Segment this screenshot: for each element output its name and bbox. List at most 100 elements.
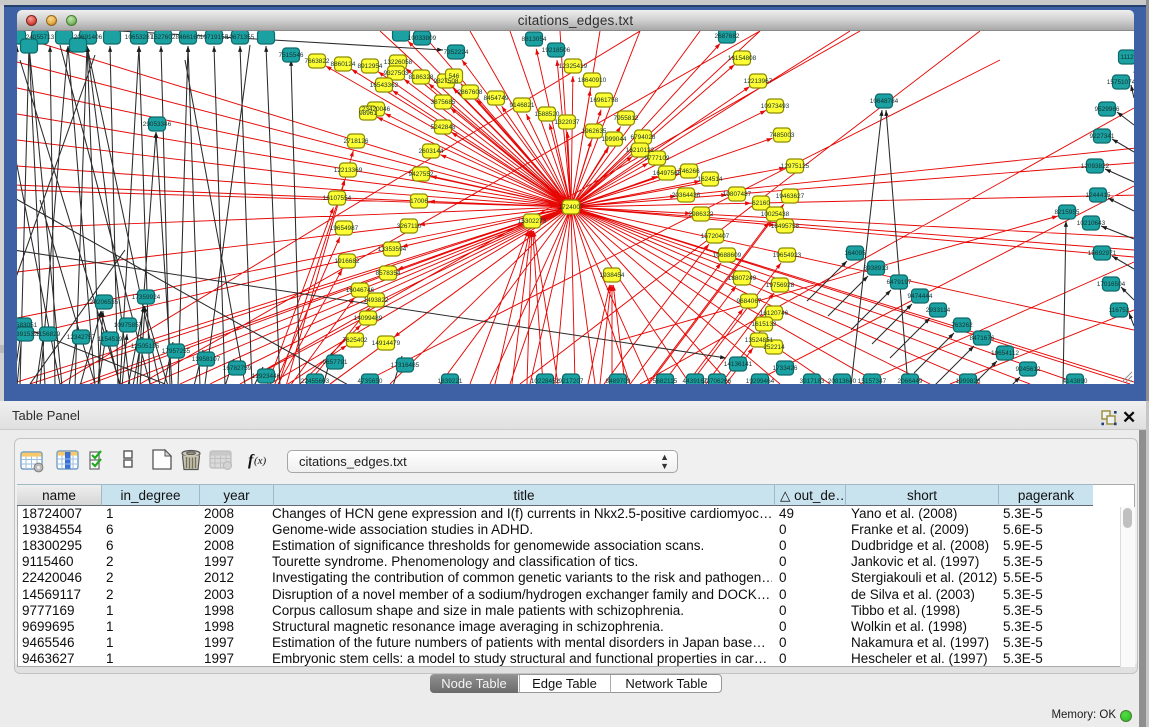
- svg-text:1156829: 1156829: [36, 331, 61, 338]
- svg-text:20691406: 20691406: [74, 34, 103, 41]
- svg-text:19654923: 19654923: [773, 252, 802, 259]
- svg-text:1615132: 1615132: [752, 321, 777, 328]
- svg-text:1999828: 1999828: [956, 378, 981, 384]
- svg-text:10210643: 10210643: [1077, 220, 1106, 227]
- svg-text:18495758: 18495758: [771, 223, 800, 230]
- svg-text:1724007: 1724007: [559, 204, 584, 211]
- svg-text:20813640: 20813640: [828, 378, 857, 384]
- svg-text:13958107: 13958107: [192, 356, 221, 363]
- svg-text:12342757: 12342757: [67, 334, 96, 341]
- svg-text:15692971: 15692971: [1088, 250, 1117, 257]
- svg-text:746266: 746266: [678, 168, 700, 175]
- svg-text:29053346: 29053346: [143, 121, 172, 128]
- svg-text:(x): (x): [254, 455, 267, 467]
- svg-text:1112: 1112: [1120, 54, 1134, 61]
- svg-text:18807249: 18807249: [728, 275, 757, 282]
- svg-text:16154808: 16154808: [728, 55, 757, 62]
- svg-text:9217207: 9217207: [559, 378, 584, 384]
- svg-text:17316485: 17316485: [391, 362, 420, 369]
- svg-text:12975125: 12975125: [781, 163, 810, 170]
- svg-text:22455603: 22455603: [301, 378, 330, 384]
- svg-text:1391532: 1391532: [17, 331, 38, 338]
- svg-text:8454749: 8454749: [484, 95, 509, 102]
- svg-text:116753: 116753: [1109, 307, 1130, 314]
- svg-text:8466160: 8466160: [176, 34, 201, 41]
- svg-text:17957255: 17957255: [162, 348, 191, 355]
- svg-text:9529966: 9529966: [1095, 106, 1120, 113]
- svg-text:6794028: 6794028: [631, 134, 656, 141]
- svg-text:16961758: 16961758: [590, 97, 619, 104]
- svg-text:1588520: 1588520: [535, 111, 560, 118]
- svg-text:1938454: 1938454: [600, 272, 625, 279]
- svg-text:10648784: 10648784: [870, 98, 899, 105]
- svg-text:7485003: 7485003: [770, 132, 795, 139]
- svg-text:8912954: 8912954: [358, 63, 383, 70]
- svg-text:8938913: 8938913: [864, 265, 889, 272]
- svg-text:16210122: 16210122: [626, 147, 655, 154]
- svg-text:14099489: 14099489: [354, 315, 383, 322]
- svg-text:14136141: 14136141: [724, 361, 753, 368]
- svg-text:10033809: 10033809: [408, 35, 437, 42]
- svg-text:13524851: 13524851: [745, 337, 774, 344]
- svg-text:10719155: 10719155: [200, 34, 229, 41]
- svg-text:13353594: 13353594: [378, 246, 407, 253]
- svg-text:7955812: 7955812: [614, 115, 639, 122]
- svg-text:7625402: 7625402: [343, 337, 368, 344]
- svg-text:16046746: 16046746: [346, 287, 375, 294]
- svg-text:19218506: 19218506: [542, 47, 571, 54]
- svg-text:17359924: 17359924: [132, 294, 161, 301]
- svg-text:763262: 763262: [951, 322, 973, 329]
- svg-text:8215955: 8215955: [1055, 209, 1080, 216]
- svg-text:9245612: 9245612: [1016, 366, 1041, 373]
- svg-text:2066449: 2066449: [898, 378, 923, 384]
- svg-text:23706266: 23706266: [703, 378, 732, 384]
- svg-text:1154519: 1154519: [98, 336, 123, 343]
- svg-text:19463627: 19463627: [776, 193, 805, 200]
- svg-text:13583051: 13583051: [17, 322, 38, 329]
- svg-text:10975857: 10975857: [114, 322, 143, 329]
- svg-text:9427552: 9427552: [409, 171, 434, 178]
- svg-text:3917183: 3917183: [800, 378, 825, 384]
- svg-text:1322037: 1322037: [555, 119, 580, 126]
- svg-text:10228452: 10228452: [531, 378, 560, 384]
- svg-text:1916682: 1916682: [335, 258, 360, 265]
- svg-text:13226058: 13226058: [384, 59, 413, 66]
- svg-text:9146821: 9146821: [510, 102, 535, 109]
- svg-text:12213369: 12213369: [334, 167, 363, 174]
- svg-text:9227341: 9227341: [1090, 133, 1115, 140]
- svg-text:12923446: 12923446: [252, 373, 281, 380]
- svg-text:2867608: 2867608: [458, 89, 483, 96]
- svg-text:8471676: 8471676: [970, 335, 995, 342]
- svg-text:1624514: 1624514: [698, 176, 723, 183]
- svg-text:20206535: 20206535: [90, 299, 119, 306]
- svg-text:18640910: 18640910: [578, 77, 607, 84]
- svg-text:2933114: 2933114: [926, 307, 951, 314]
- svg-text:10025438: 10025438: [761, 211, 790, 218]
- svg-text:19654987: 19654987: [330, 225, 359, 232]
- svg-text:252214: 252214: [763, 344, 785, 351]
- svg-text:12093822: 12093822: [1081, 163, 1110, 170]
- svg-text:20364436: 20364436: [672, 192, 701, 199]
- svg-text:3875685: 3875685: [431, 99, 456, 106]
- svg-text:2718126: 2718126: [344, 138, 369, 145]
- svg-text:15302273: 15302273: [518, 218, 547, 225]
- svg-text:8186328: 8186328: [409, 74, 434, 81]
- svg-text:7663822: 7663822: [305, 58, 330, 65]
- svg-text:16782759: 16782759: [223, 365, 252, 372]
- svg-text:9657791: 9657791: [323, 359, 348, 366]
- svg-text:10688609: 10688609: [713, 252, 742, 259]
- svg-text:10807487: 10807487: [723, 191, 752, 198]
- svg-text:15751074: 15751074: [1107, 79, 1134, 86]
- svg-text:5242848: 5242848: [431, 124, 456, 131]
- svg-text:7515546: 7515546: [279, 52, 304, 59]
- svg-text:6479197: 6479197: [887, 279, 912, 286]
- svg-text:10653287: 10653287: [125, 34, 154, 41]
- svg-text:16543362: 16543362: [370, 82, 399, 89]
- svg-text:12325419: 12325419: [559, 63, 588, 70]
- svg-text:8578354: 8578354: [376, 270, 401, 277]
- svg-text:5682115: 5682115: [653, 378, 678, 384]
- svg-text:10654112: 10654112: [991, 350, 1019, 357]
- svg-text:10671355: 10671355: [226, 34, 255, 41]
- svg-text:17016504: 17016504: [1097, 281, 1126, 288]
- svg-text:164095: 164095: [844, 250, 866, 257]
